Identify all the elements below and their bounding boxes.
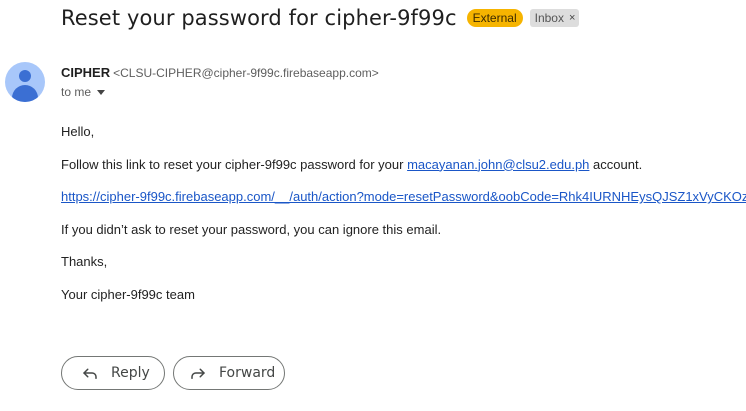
forward-label: Forward xyxy=(219,365,276,381)
person-icon-head xyxy=(19,70,31,82)
closing: Thanks, xyxy=(61,254,108,270)
external-label: External xyxy=(466,9,523,27)
caret-down-icon[interactable] xyxy=(97,90,106,95)
sender-name[interactable]: CIPHER xyxy=(61,65,110,80)
sender-avatar[interactable] xyxy=(5,62,45,102)
message-actions: Reply Forward xyxy=(61,356,285,390)
recipient-details-toggle[interactable]: to me xyxy=(61,85,106,99)
body-line-3: If you didn’t ask to reset your password… xyxy=(61,221,442,237)
body-line-1-suffix: account. xyxy=(589,156,643,172)
inbox-label-text: Inbox xyxy=(534,11,564,25)
body-line-1: Follow this link to reset your cipher-9f… xyxy=(61,157,746,190)
reset-password-link[interactable]: https://cipher-9f99c.firebaseapp.com/__/… xyxy=(61,189,746,204)
signature: Your cipher-9f99c team xyxy=(61,286,195,302)
remove-label-icon[interactable]: × xyxy=(569,11,575,25)
account-email-link[interactable]: macayanan.john@clsu2.edu.ph xyxy=(407,157,589,172)
forward-button[interactable]: Forward xyxy=(173,356,285,390)
greeting: Hello, xyxy=(61,124,95,139)
inbox-label: Inbox × xyxy=(529,9,580,27)
recipient-text: to me xyxy=(61,85,92,99)
reply-label: Reply xyxy=(111,365,150,381)
message-body: Hello, Follow this link to reset your ci… xyxy=(61,124,746,320)
person-icon-body xyxy=(12,85,38,102)
reply-button[interactable]: Reply xyxy=(61,356,165,390)
body-line-1-prefix: Follow this link to reset your cipher-9f… xyxy=(61,156,408,172)
reset-link-line: https://cipher-9f99c.firebaseapp.com/__/… xyxy=(61,189,746,222)
email-subject: Reset your password for cipher-9f99c xyxy=(61,6,457,30)
sender-email: <CLSU-CIPHER@cipher-9f99c.firebaseapp.co… xyxy=(113,66,379,80)
forward-icon xyxy=(191,368,205,379)
subject-row: Reset your password for cipher-9f99c Ext… xyxy=(61,6,580,30)
reply-icon xyxy=(83,368,97,379)
sender-row: CIPHER <CLSU-CIPHER@cipher-9f99c.firebas… xyxy=(61,65,379,80)
